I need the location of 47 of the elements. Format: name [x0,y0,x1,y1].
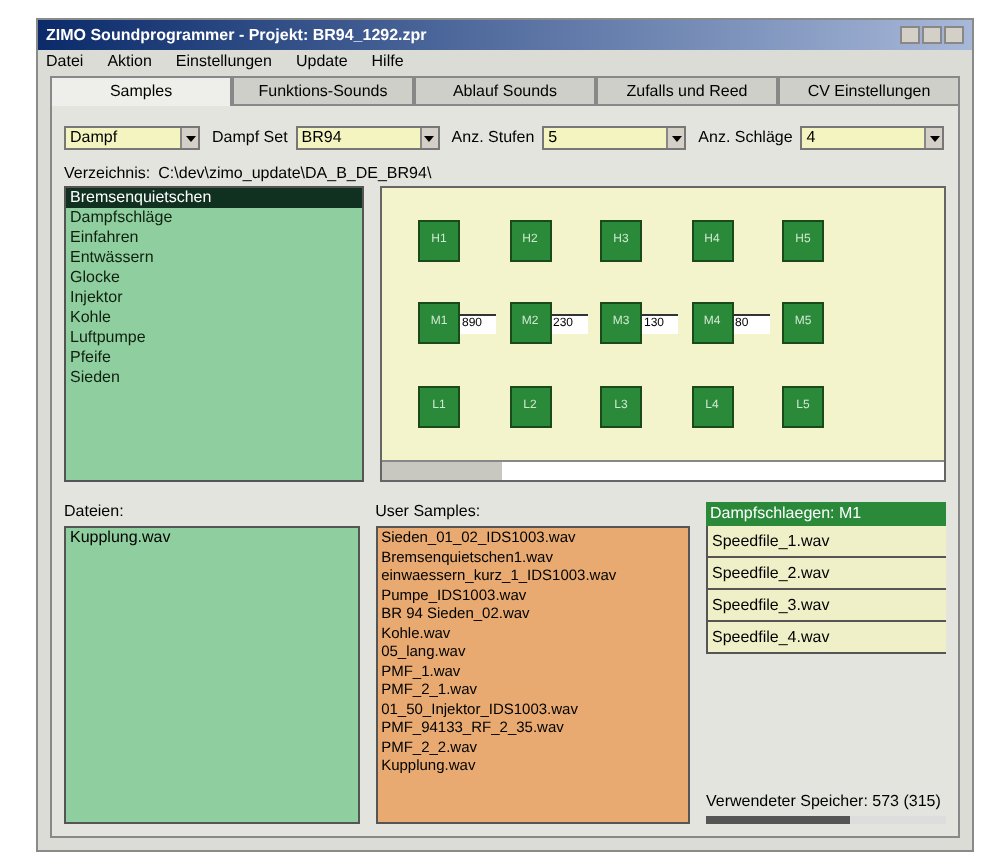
menu-item[interactable]: Hilfe [371,51,404,71]
directory-label: Verzeichnis: [64,164,151,184]
caret-icon [671,135,682,141]
close-button[interactable] [944,26,964,44]
dropdown[interactable]: 5 [542,126,687,150]
tab[interactable]: CV Einstellungen [778,76,960,106]
minimize-button[interactable] [900,26,920,44]
directory-path: C:\dev\zimo_update\DA_B_DE_BR94\ [158,164,432,184]
category-item[interactable]: Sieden [66,368,362,388]
tab[interactable]: Zufalls und Reed [596,76,778,106]
category-item[interactable]: Dampfschläge [66,208,362,228]
dropdown[interactable]: BR94 [295,126,440,150]
assignment-header: Dampfschlaegen: M1 [706,502,946,526]
caret-icon [929,135,940,141]
menu-item[interactable]: Einstellungen [175,51,272,71]
category-item[interactable]: Entwässern [66,248,362,268]
window-title: ZIMO Soundprogrammer - Projekt: BR94_1292.zpr [46,25,427,45]
speedfile-item[interactable]: Speedfile_2.wav [706,558,946,590]
caret-icon [424,135,435,141]
horizontal-scrollbar[interactable] [382,460,944,480]
selector-label: Anz. Stufen [451,128,535,148]
selector-label: Dampf Set [212,128,288,148]
caret-icon [185,135,195,141]
selector-label: Anz. Schläge [698,128,793,148]
category-item[interactable]: Glocke [66,268,362,288]
category-item[interactable]: Injektor [66,288,362,308]
category-item[interactable]: Bremsenquietschen [66,188,362,208]
memory-usage: Verwendeter Speicher: 573 (315) [706,792,943,812]
speedfile-item[interactable]: Speedfile_3.wav [706,590,946,622]
category-item[interactable]: Pfeife [66,348,362,368]
menu-item[interactable]: Update [295,51,348,71]
tab[interactable]: Funktions-Sounds [232,76,414,106]
user-samples-label: User Samples: [375,502,483,522]
category-item[interactable]: Kohle [66,308,362,328]
menu-item[interactable]: Datei [46,51,84,71]
tab[interactable]: Ablauf Sounds [414,76,596,106]
menu-item[interactable]: Aktion [107,51,152,71]
speedfile-item[interactable]: Speedfile_1.wav [706,526,946,558]
speedfile-item[interactable]: Speedfile_4.wav [706,622,946,654]
dropdown[interactable]: 4 [800,126,945,150]
tab[interactable]: Samples [50,76,232,106]
dropdown[interactable]: Dampf [64,126,200,150]
category-item[interactable]: Luftpumpe [66,328,362,348]
maximize-button[interactable] [922,26,942,44]
files-label: Dateien: [64,502,126,522]
category-item[interactable]: Einfahren [66,228,362,248]
file-item[interactable]: Kupplung.wav [66,528,358,548]
